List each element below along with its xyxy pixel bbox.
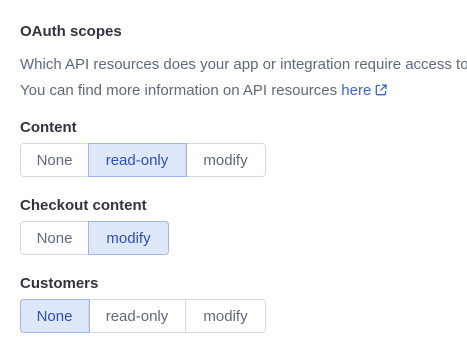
scope-selector-customers: None read-only modify <box>20 299 266 333</box>
scope-selector-checkout-content: None modify <box>20 221 169 255</box>
section-title: OAuth scopes <box>20 23 122 40</box>
scope-selector-content: None read-only modify <box>20 143 266 177</box>
description-line-1: Which API resources does your app or int… <box>20 56 467 73</box>
api-resources-link[interactable]: here <box>341 82 387 99</box>
external-link-icon <box>375 84 387 96</box>
scope-label-customers: Customers <box>20 275 99 292</box>
scope-label-content: Content <box>20 119 77 136</box>
section-description: Which API resources does your app or int… <box>20 52 467 104</box>
content-option-modify[interactable]: modify <box>186 144 265 176</box>
api-resources-link-text: here <box>341 82 372 99</box>
content-option-none[interactable]: None <box>21 144 89 176</box>
checkout-content-option-modify[interactable]: modify <box>88 221 169 255</box>
scope-label-checkout-content: Checkout content <box>20 197 147 214</box>
customers-option-modify[interactable]: modify <box>186 300 265 332</box>
customers-option-none[interactable]: None <box>20 299 90 333</box>
content-option-read-only[interactable]: read-only <box>88 143 187 177</box>
customers-option-read-only[interactable]: read-only <box>89 300 186 332</box>
description-line-2: You can find more information on API res… <box>20 78 467 104</box>
checkout-content-option-none[interactable]: None <box>21 222 89 254</box>
description-line-2-text: You can find more information on API res… <box>20 82 342 99</box>
